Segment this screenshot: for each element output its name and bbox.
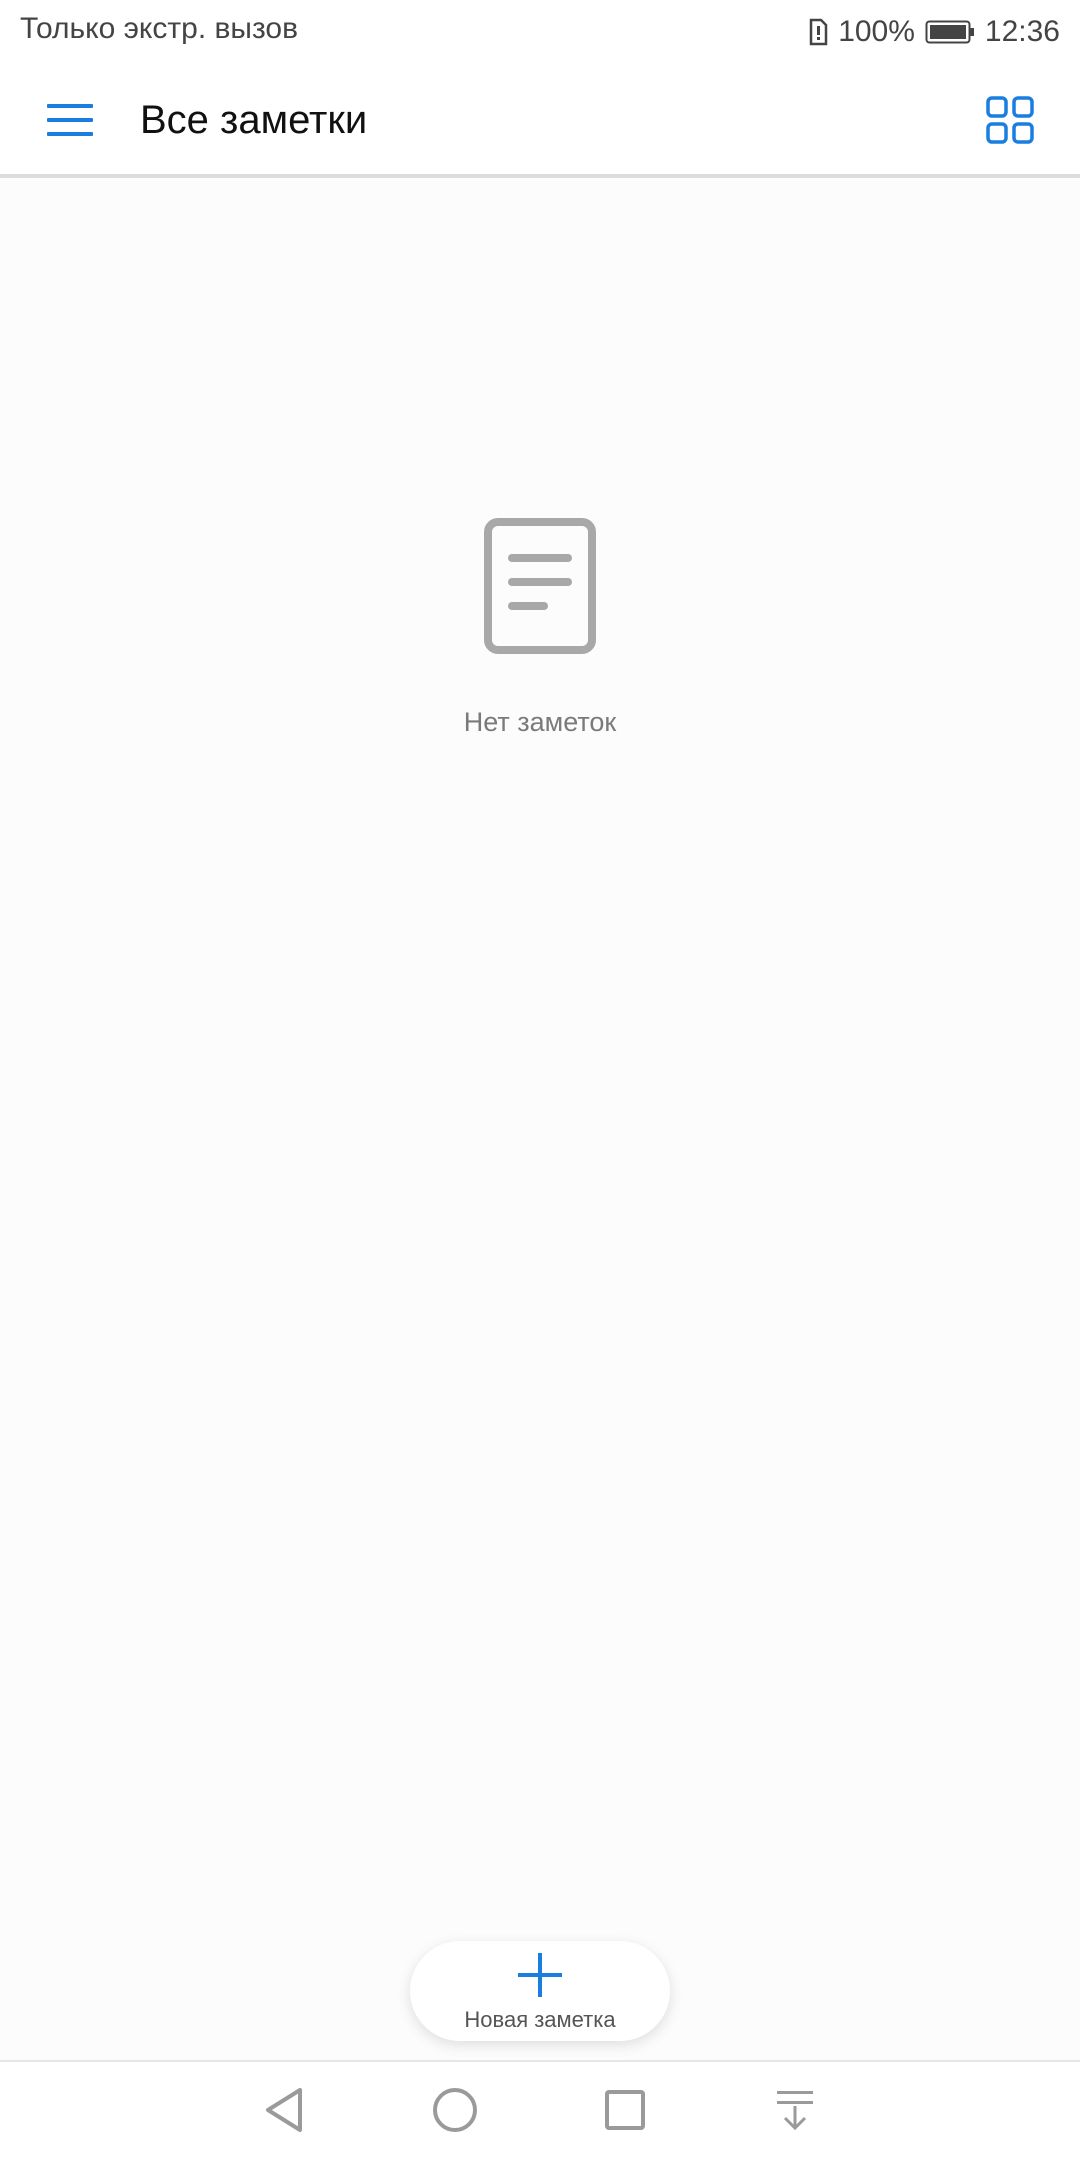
grid-view-icon (986, 95, 1034, 149)
empty-state: Нет заметок (0, 518, 1080, 738)
hamburger-menu-icon (47, 102, 93, 143)
back-icon (262, 2086, 306, 2139)
grid-view-button[interactable] (970, 82, 1050, 162)
recents-button[interactable] (595, 2082, 655, 2142)
clock: 12:36 (984, 15, 1060, 48)
app-bar: Все заметки (0, 62, 1080, 178)
new-note-label: Новая заметка (464, 2007, 616, 2032)
home-button[interactable] (425, 2082, 485, 2142)
status-bar: Только экстр. вызов 100% 12:36 (0, 0, 1080, 62)
home-icon (432, 2087, 478, 2138)
document-icon (484, 518, 596, 659)
carrier-text: Только экстр. вызов (20, 12, 299, 45)
battery-icon (925, 20, 975, 44)
notifications-pull-icon (775, 2088, 815, 2137)
plus-icon (516, 1951, 564, 2004)
notifications-pull-button[interactable] (765, 2082, 825, 2142)
menu-button[interactable] (30, 82, 110, 162)
page-title: Все заметки (140, 98, 368, 142)
new-note-button[interactable]: Новая заметка (410, 1941, 670, 2041)
recents-icon (604, 2089, 646, 2136)
battery-percent: 100% (838, 15, 915, 48)
navigation-bar (0, 2060, 1080, 2162)
back-button[interactable] (254, 2082, 314, 2142)
empty-message: Нет заметок (463, 707, 617, 737)
status-indicators: 100% 12:36 (808, 12, 1060, 52)
sim-alert-icon (808, 18, 828, 46)
